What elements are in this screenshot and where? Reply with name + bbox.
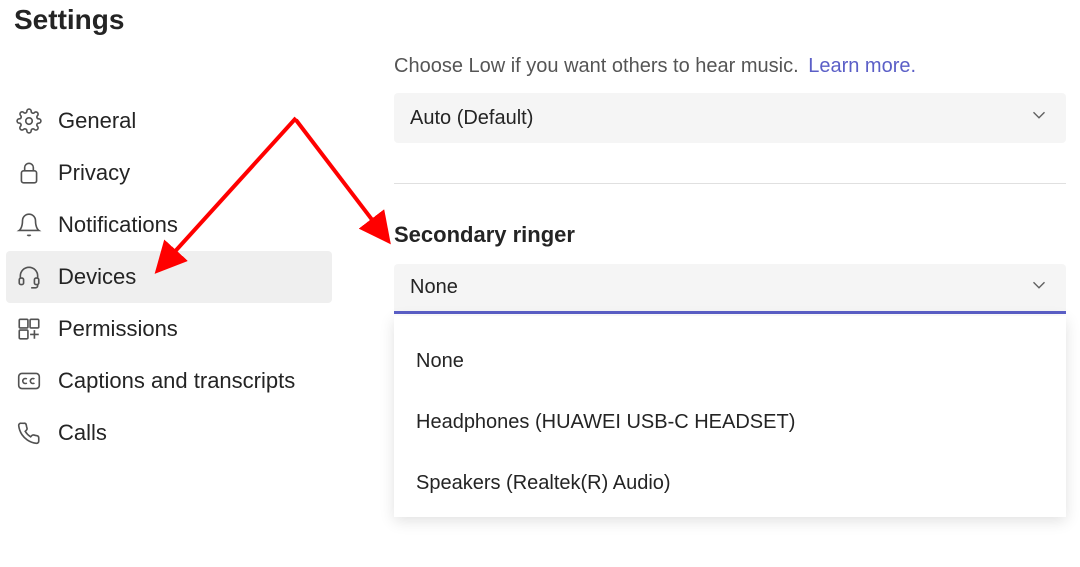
dropdown-value: None [410,276,458,299]
captions-icon [14,366,44,396]
secondary-ringer-dropdown[interactable]: None [394,264,1066,314]
sidebar-item-privacy[interactable]: Privacy [6,147,332,199]
settings-sidebar: General Privacy Notifications [6,95,332,459]
dropdown-value: Auto (Default) [410,107,533,130]
sidebar-item-permissions[interactable]: Permissions [6,303,332,355]
sidebar-item-devices[interactable]: Devices [6,251,332,303]
gear-icon [14,106,44,136]
phone-icon [14,418,44,448]
lock-icon [14,158,44,188]
chevron-down-icon [1028,104,1050,132]
sidebar-item-notifications[interactable]: Notifications [6,199,332,251]
settings-main: Choose Low if you want others to hear mu… [394,55,1070,517]
sidebar-item-label: Captions and transcripts [58,368,295,394]
sidebar-item-label: General [58,108,136,134]
headset-icon [14,262,44,292]
secondary-ringer-title: Secondary ringer [394,222,1070,248]
chevron-down-icon [1028,274,1050,302]
hint-text: Choose Low if you want others to hear mu… [394,55,799,77]
section-divider [394,183,1066,184]
noise-suppression-hint: Choose Low if you want others to hear mu… [394,55,1070,78]
noise-suppression-dropdown[interactable]: Auto (Default) [394,93,1066,143]
ringer-option-speakers[interactable]: Speakers (Realtek(R) Audio) [394,456,1066,517]
page-title: Settings [14,4,124,36]
apps-icon [14,314,44,344]
ringer-option-none[interactable]: None [394,334,1066,395]
secondary-ringer-options: None Headphones (HUAWEI USB-C HEADSET) S… [394,316,1066,517]
sidebar-item-label: Privacy [58,160,130,186]
sidebar-item-general[interactable]: General [6,95,332,147]
learn-more-link[interactable]: Learn more. [808,55,916,77]
bell-icon [14,210,44,240]
sidebar-item-label: Notifications [58,212,178,238]
sidebar-item-label: Devices [58,264,136,290]
ringer-option-headphones[interactable]: Headphones (HUAWEI USB-C HEADSET) [394,395,1066,456]
sidebar-item-captions[interactable]: Captions and transcripts [6,355,332,407]
sidebar-item-label: Permissions [58,316,178,342]
sidebar-item-label: Calls [58,420,107,446]
sidebar-item-calls[interactable]: Calls [6,407,332,459]
